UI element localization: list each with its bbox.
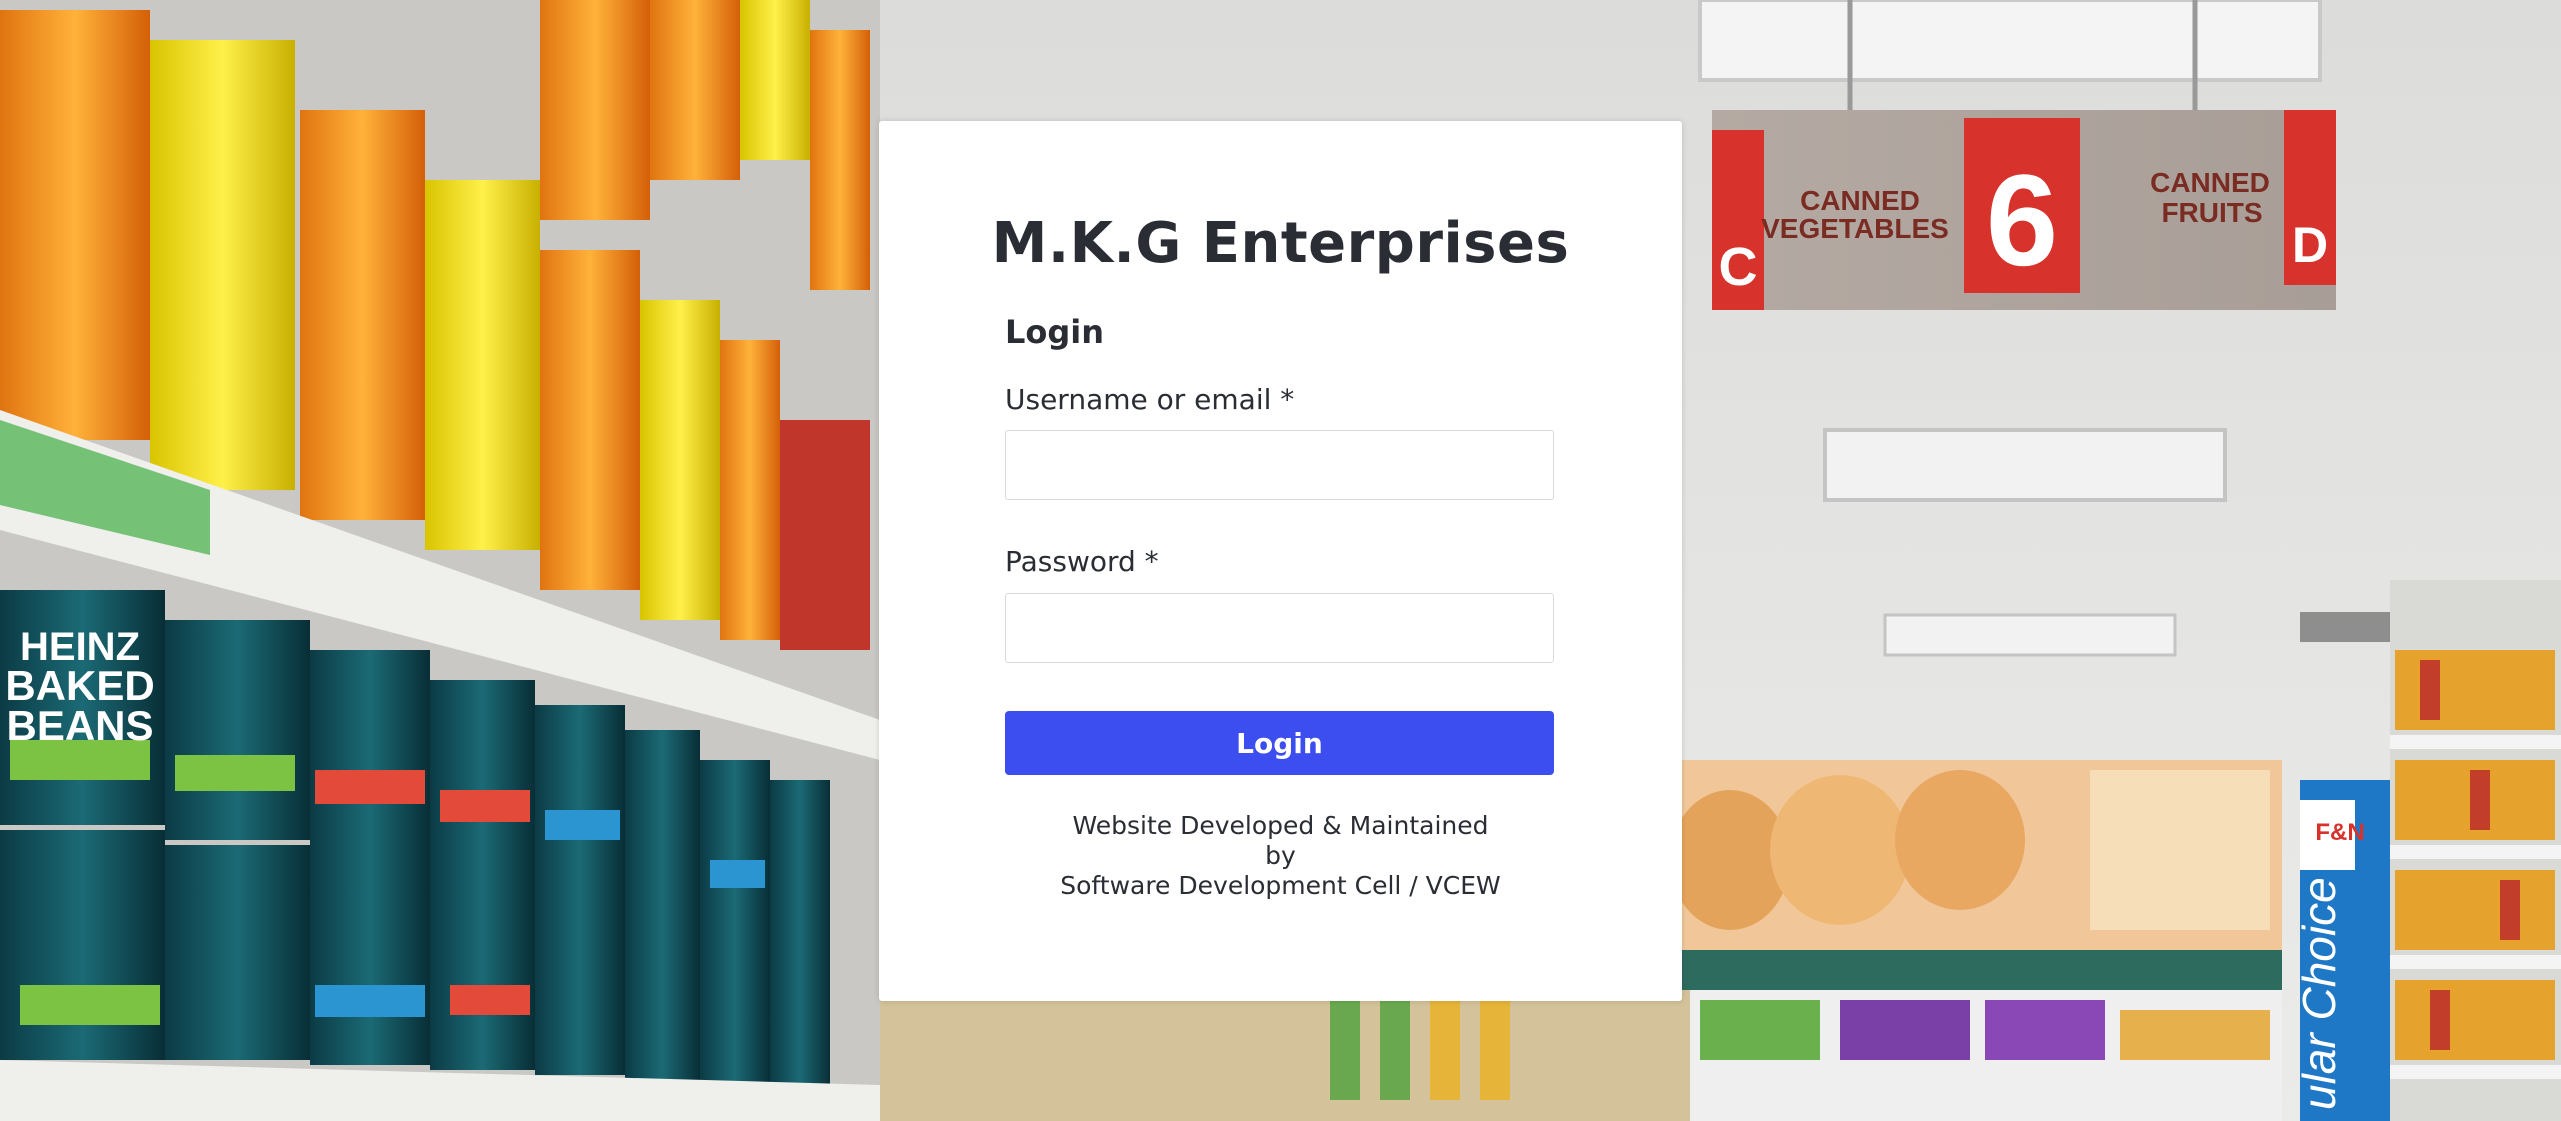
- aisle-sign: C CANNED VEGETABLES 6 CANNED FRUITS D: [1712, 110, 2336, 310]
- username-label: Username or email *: [1005, 383, 1295, 416]
- login-card: M.K.G Enterprises Login Username or emai…: [879, 121, 1682, 1001]
- login-page: C CANNED VEGETABLES 6 CANNED FRUITS D F&…: [0, 0, 2561, 1121]
- login-heading: Login: [1005, 313, 1105, 351]
- banner-text: ular Choice: [2293, 877, 2345, 1110]
- password-label: Password *: [1005, 545, 1159, 578]
- developer-credit: Website Developed & Maintained by Softwa…: [879, 811, 1682, 901]
- banner-logo: F&N: [2315, 819, 2364, 846]
- credit-line-3: Software Development Cell / VCEW: [1060, 871, 1501, 900]
- sign-right-text-1: CANNED: [2150, 167, 2270, 198]
- credit-line-1: Website Developed & Maintained: [1072, 811, 1489, 840]
- sign-left-text-2: VEGETABLES: [1761, 213, 1949, 244]
- sign-left-text-1: CANNED: [1800, 185, 1920, 216]
- sign-right-text-2: FRUITS: [2161, 197, 2262, 228]
- sign-number: 6: [1986, 147, 2058, 293]
- sign-left-letter: C: [1719, 237, 1758, 297]
- can-label-2: BEANS: [6, 702, 153, 749]
- password-input[interactable]: [1005, 593, 1554, 663]
- sign-right-letter: D: [2292, 217, 2328, 273]
- brand-title: M.K.G Enterprises: [991, 211, 1570, 276]
- login-button[interactable]: Login: [1005, 711, 1554, 775]
- credit-line-2: by: [1265, 841, 1296, 870]
- username-input[interactable]: [1005, 430, 1554, 500]
